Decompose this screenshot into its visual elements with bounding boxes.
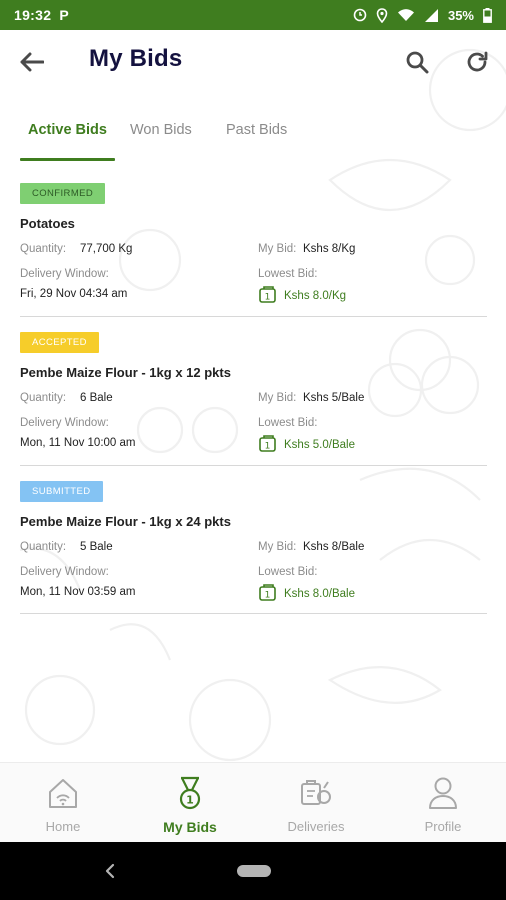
nav-home[interactable]: Home [0, 763, 126, 843]
lowest-bid-value: Kshs 8.0/Kg [284, 289, 347, 302]
system-back-button[interactable] [100, 861, 120, 881]
my-bid-value: Kshs 8/Kg [303, 243, 356, 255]
price-tag-icon: 1 [258, 284, 284, 307]
status-bar: 19:32 P 35% [0, 0, 506, 30]
tab-won-bids[interactable]: Won Bids [130, 122, 192, 138]
delivery-window-label: Delivery Window: [20, 268, 109, 280]
delivery-window-value: Fri, 29 Nov 04:34 am [20, 288, 128, 300]
price-tag-icon: 1 [258, 433, 284, 456]
battery-percent: 35% [447, 7, 474, 23]
my-bid-label: My Bid: [258, 392, 297, 404]
product-name: Pembe Maize Flour - 1kg x 12 pkts [20, 365, 231, 380]
parking-app-icon: P [59, 7, 69, 23]
my-bid-label: My Bid: [258, 541, 297, 553]
nav-profile[interactable]: Profile [380, 763, 506, 843]
search-button[interactable] [402, 49, 432, 79]
status-icons: 35% [353, 7, 492, 23]
nav-deliveries[interactable]: Deliveries [253, 763, 379, 843]
sync-icon [353, 8, 367, 22]
divider [20, 465, 487, 466]
app-header: My Bids [0, 30, 506, 96]
tab-active-bids[interactable]: Active Bids [28, 122, 107, 138]
lowest-bid-value: Kshs 8.0/Bale [284, 587, 355, 600]
status-time: 19:32 [14, 7, 52, 23]
svg-text:1: 1 [265, 591, 271, 601]
product-name: Pembe Maize Flour - 1kg x 24 pkts [20, 514, 231, 529]
nav-my-bids[interactable]: 1 My Bids [127, 763, 253, 843]
lowest-bid-value-row: 1 Kshs 8.0/Kg [258, 284, 346, 307]
nav-label: My Bids [163, 819, 217, 835]
bid-card[interactable]: ACCEPTED Pembe Maize Flour - 1kg x 12 pk… [20, 332, 487, 466]
my-bid-label: My Bid: [258, 243, 297, 255]
lowest-bid-label: Lowest Bid: [258, 417, 318, 429]
location-icon [376, 7, 388, 23]
nav-label: Deliveries [287, 819, 345, 834]
status-badge: CONFIRMED [20, 183, 106, 204]
bottom-navigation: Home 1 My Bids Deliveries Profile [0, 762, 506, 842]
refresh-icon [465, 50, 489, 79]
arrow-left-icon [20, 52, 45, 77]
svg-text:1: 1 [265, 293, 271, 303]
tab-past-bids[interactable]: Past Bids [226, 122, 287, 138]
delivery-window-label: Delivery Window: [20, 417, 109, 429]
chevron-left-icon [100, 863, 120, 885]
lowest-bid-label: Lowest Bid: [258, 566, 318, 578]
quantity-value: 6 Bale [80, 392, 113, 404]
back-button[interactable] [18, 50, 46, 78]
refresh-button[interactable] [462, 49, 492, 79]
divider [20, 316, 487, 317]
svg-text:1: 1 [186, 794, 194, 807]
search-icon [405, 50, 429, 79]
lowest-bid-value-row: 1 Kshs 5.0/Bale [258, 433, 355, 456]
my-bid-value: Kshs 5/Bale [303, 392, 365, 404]
lowest-bid-value-row: 1 Kshs 8.0/Bale [258, 582, 355, 605]
lowest-bid-value: Kshs 5.0/Bale [284, 438, 355, 451]
battery-icon [483, 7, 492, 23]
system-home-button[interactable] [237, 865, 271, 877]
quantity-label: Quantity: [20, 541, 67, 553]
delivery-window-label: Delivery Window: [20, 566, 109, 578]
active-tab-indicator [20, 158, 115, 161]
profile-icon [427, 775, 459, 811]
signal-icon [424, 8, 439, 23]
product-name: Potatoes [20, 216, 75, 231]
quantity-label: Quantity: [20, 243, 67, 255]
page-title: My Bids [89, 45, 183, 72]
quantity-value: 5 Bale [80, 541, 113, 553]
delivery-window-value: Mon, 11 Nov 10:00 am [20, 437, 136, 449]
nav-label: Profile [424, 819, 462, 834]
wifi-icon [397, 8, 415, 22]
bid-card[interactable]: CONFIRMED Potatoes Quantity: 77,700 Kg M… [20, 183, 487, 317]
nav-label: Home [45, 819, 81, 834]
quantity-value: 77,700 Kg [80, 243, 133, 255]
price-tag-icon: 1 [258, 582, 284, 605]
quantity-label: Quantity: [20, 392, 67, 404]
svg-text:1: 1 [265, 442, 271, 452]
delivery-window-value: Mon, 11 Nov 03:59 am [20, 586, 136, 598]
deliveries-icon [299, 775, 333, 811]
divider [20, 613, 487, 614]
status-badge: SUBMITTED [20, 481, 103, 502]
system-navigation-bar [0, 842, 506, 900]
bid-card[interactable]: SUBMITTED Pembe Maize Flour - 1kg x 24 p… [20, 481, 487, 614]
home-icon [46, 775, 80, 811]
medal-icon: 1 [177, 775, 203, 811]
status-badge: ACCEPTED [20, 332, 99, 353]
my-bid-value: Kshs 8/Bale [303, 541, 365, 553]
lowest-bid-label: Lowest Bid: [258, 268, 318, 280]
